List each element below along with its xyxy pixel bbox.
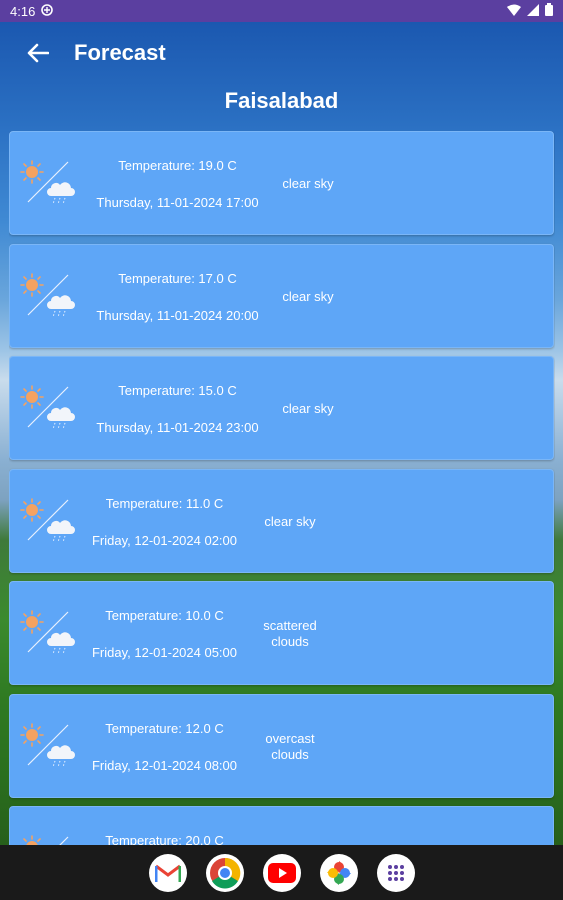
signal-icon xyxy=(527,3,539,19)
city-name: Faisalabad xyxy=(224,88,339,113)
weather-condition-icon xyxy=(19,833,79,845)
weather-condition-icon xyxy=(19,721,79,771)
weather-condition-icon xyxy=(19,383,79,433)
app-bar: Forecast xyxy=(0,22,563,84)
temperature-text: Temperature: 19.0 C xyxy=(118,158,237,173)
forecast-card[interactable]: Temperature: 15.0 C Thursday, 11-01-2024 … xyxy=(9,356,554,460)
forecast-card[interactable]: Temperature: 19.0 C Thursday, 11-01-2024 … xyxy=(9,131,554,235)
condition-text: scattered clouds xyxy=(263,618,317,649)
arrow-back-icon xyxy=(27,43,49,63)
photos-icon[interactable] xyxy=(319,853,358,892)
condition-text: clear sky xyxy=(282,401,334,416)
forecast-card[interactable]: Temperature: 20.0 C xyxy=(9,806,554,845)
condition-text: clear sky xyxy=(282,288,334,304)
sync-icon xyxy=(41,3,54,19)
page-title: Forecast xyxy=(74,40,166,65)
condition-text xyxy=(230,807,350,845)
chrome-icon[interactable] xyxy=(205,853,244,892)
battery-icon xyxy=(545,3,553,19)
forecast-card[interactable]: Temperature: 10.0 C Friday, 12-01-2024 05… xyxy=(9,581,554,685)
datetime-text: Thursday, 11-01-2024 17:00 xyxy=(96,195,259,210)
forecast-details: Temperature: 15.0 C Thursday, 11-01-2024 … xyxy=(80,357,275,461)
app-drawer-icon[interactable] xyxy=(376,853,415,892)
temperature-text: Temperature: 17.0 C xyxy=(118,270,237,286)
status-bar: 4:16 xyxy=(0,0,563,22)
gmail-icon[interactable] xyxy=(148,853,187,892)
weather-condition-icon xyxy=(19,271,79,321)
forecast-card[interactable]: Temperature: 11.0 C Friday, 12-01-2024 02… xyxy=(9,468,554,573)
weather-condition-icon xyxy=(19,158,79,208)
condition-text: clear sky xyxy=(282,176,334,191)
datetime-text: Thursday, 11-01-2024 23:00 xyxy=(96,420,259,435)
back-button[interactable] xyxy=(20,35,56,71)
status-time: 4:16 xyxy=(10,3,36,19)
forecast-card[interactable]: Temperature: 12.0 C Friday, 12-01-2024 08… xyxy=(9,693,554,798)
condition-text: clear sky xyxy=(264,513,316,529)
forecast-details: Temperature: 17.0 C Thursday, 11-01-2024 … xyxy=(80,245,275,349)
forecast-details: Temperature: 19.0 C Thursday, 11-01-2024 … xyxy=(80,132,275,236)
condition-text: overcast clouds xyxy=(265,730,315,762)
wifi-icon xyxy=(507,4,521,19)
temperature-text: Temperature: 15.0 C xyxy=(118,383,237,398)
youtube-icon[interactable] xyxy=(262,853,301,892)
forecast-card[interactable]: Temperature: 17.0 C Thursday, 11-01-2024 … xyxy=(9,243,554,349)
navigation-dock xyxy=(0,845,563,900)
weather-condition-icon xyxy=(19,496,79,546)
forecast-list[interactable]: Temperature: 19.0 C Thursday, 11-01-2024 … xyxy=(9,131,555,845)
weather-condition-icon xyxy=(19,608,79,658)
datetime-text: Thursday, 11-01-2024 20:00 xyxy=(96,307,259,323)
